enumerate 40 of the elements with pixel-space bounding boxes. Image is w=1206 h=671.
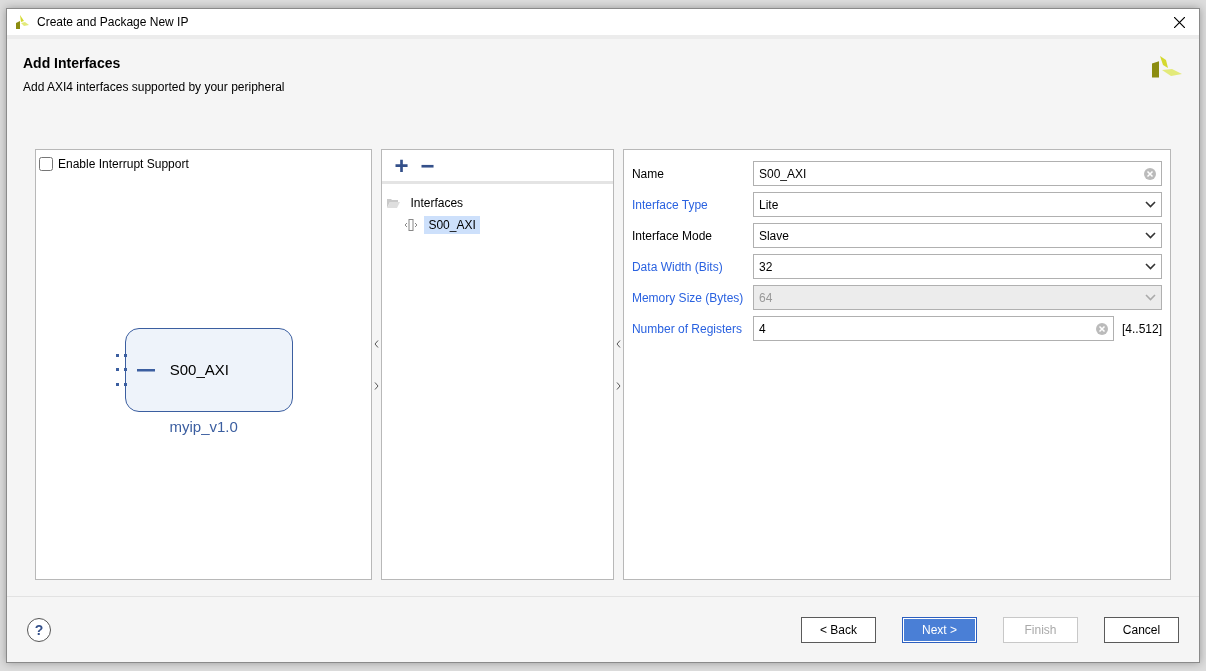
chevron-down-icon	[1145, 232, 1156, 239]
help-button[interactable]: ?	[27, 617, 51, 642]
wizard-button[interactable]: Cancel	[1104, 616, 1179, 643]
collapse-left-icon[interactable]	[615, 339, 621, 348]
dropdown[interactable]: Slave	[752, 223, 1162, 248]
field-label: Interface Type	[631, 196, 709, 214]
range-hint: [4..512]	[1121, 320, 1162, 338]
expand-right-icon[interactable]	[374, 381, 380, 390]
dropdown[interactable]: 32	[752, 254, 1162, 279]
collapse-left-icon[interactable]	[374, 339, 380, 348]
ip-name: myip_v1.0	[169, 417, 238, 437]
field-label: Number of Registers	[631, 320, 743, 338]
folder-icon	[386, 197, 401, 209]
port-label: S00_AXI	[169, 359, 229, 380]
field-label: Name	[631, 165, 665, 183]
input-field[interactable]: 4	[752, 316, 1114, 341]
field-label: Memory Size (Bytes)	[631, 289, 745, 307]
page-subtitle: Add AXI4 interfaces supported by your peripheral	[23, 78, 285, 96]
remove-button[interactable]: −	[418, 153, 437, 178]
wizard-button[interactable]: Next >	[902, 616, 977, 643]
chevron-down-icon	[1145, 294, 1156, 301]
close-icon	[1174, 17, 1185, 29]
chevron-down-icon	[1145, 263, 1156, 270]
wizard-button[interactable]: < Back	[801, 616, 876, 643]
field-label: Interface Mode	[631, 227, 713, 245]
interrupt-checkbox[interactable]	[39, 157, 53, 171]
page-title: Add Interfaces	[23, 55, 122, 72]
tree-item[interactable]: Interfaces	[406, 194, 468, 212]
dropdown[interactable]: Lite	[752, 192, 1162, 217]
add-button[interactable]: +	[392, 153, 411, 178]
window-title: Create and Package New IP	[37, 14, 189, 31]
checkbox-label: Enable Interrupt Support	[58, 156, 189, 173]
interface-icon	[404, 219, 419, 231]
field-label: Data Width (Bits)	[631, 258, 724, 276]
logo-icon	[15, 15, 29, 29]
chevron-down-icon	[1145, 201, 1156, 208]
dropdown: 64	[752, 285, 1162, 310]
expand-right-icon[interactable]	[615, 381, 621, 390]
tree-item[interactable]: S00_AXI	[424, 216, 480, 234]
input-field[interactable]: S00_AXI	[752, 161, 1162, 186]
